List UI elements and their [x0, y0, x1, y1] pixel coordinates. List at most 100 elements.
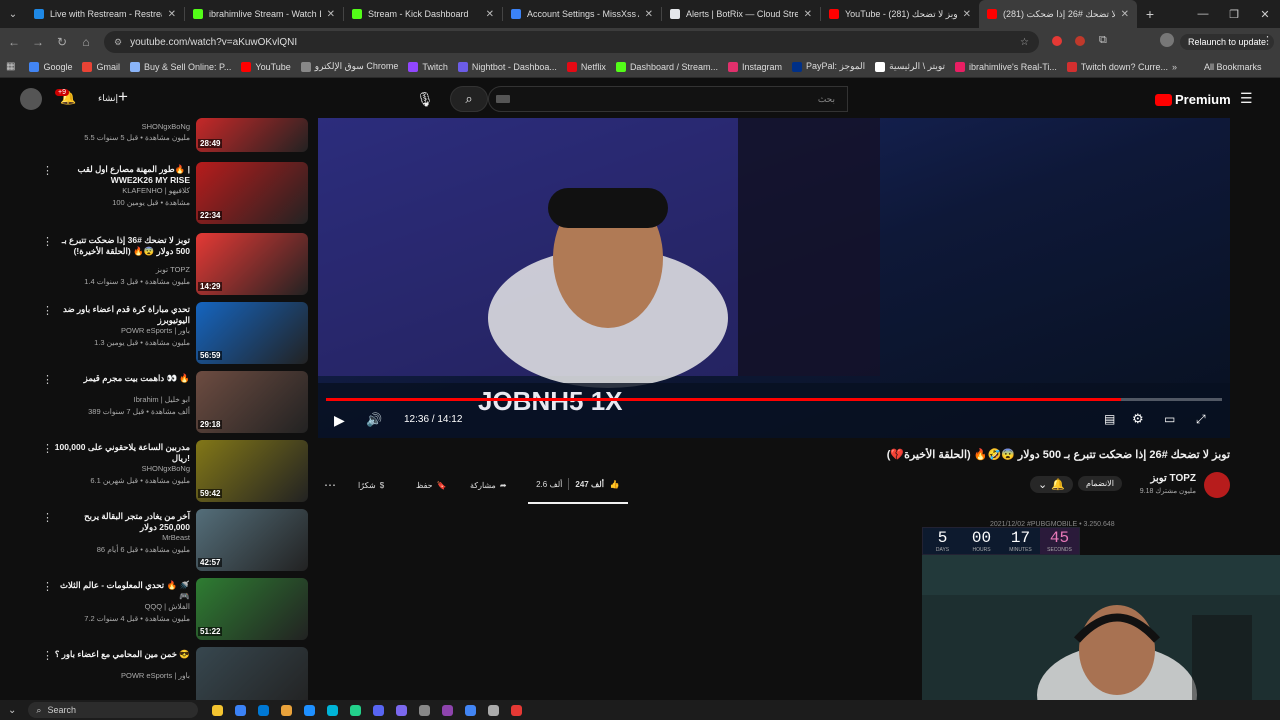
taskbar-app-icon[interactable]: [465, 704, 477, 716]
channel-name[interactable]: توبز TOPZ: [1110, 473, 1196, 484]
volume-icon[interactable]: 🔊: [366, 412, 382, 428]
taskbar-app-icon[interactable]: [304, 704, 316, 716]
avatar[interactable]: [20, 88, 42, 110]
settings-gear-icon[interactable]: ⚙: [1132, 411, 1144, 427]
related-video-title[interactable]: تحدي المعلومات - عالم الثلاث 🔥 🚿 🎮: [54, 580, 190, 602]
related-video-channel[interactable]: POWR eSports | باور: [54, 326, 190, 335]
share-button[interactable]: مشاركة ➦: [470, 476, 507, 494]
related-video-item[interactable]: 42:57 آخر من يغادر متجر البقالة يربح 250,…: [0, 507, 310, 575]
bookmark-item[interactable]: Gmail: [82, 61, 120, 72]
taskbar-app-icon[interactable]: [281, 704, 293, 716]
more-options-icon[interactable]: ⋮: [42, 164, 53, 177]
bookmark-item[interactable]: تويتر \ الرئيسية: [875, 61, 945, 72]
video-thumbnail[interactable]: 42:57: [196, 509, 308, 571]
video-player[interactable]: JOBNH5 1X ▶ 🔊 12:36 / 14:12 ▤ ⚙ ▭ ⤢: [318, 118, 1230, 438]
taskbar-app-icon[interactable]: [373, 704, 385, 716]
forward-icon[interactable]: →: [26, 35, 50, 49]
taskbar-app-icon[interactable]: [488, 704, 500, 716]
join-button[interactable]: الانضمام: [1078, 476, 1122, 491]
close-icon[interactable]: ✕: [486, 9, 494, 20]
more-options-icon[interactable]: ⋮: [42, 304, 53, 317]
maximize-button[interactable]: ❐: [1219, 0, 1249, 28]
reload-icon[interactable]: ↻: [50, 35, 74, 49]
related-video-title[interactable]: داهمت بيت مجرم قيمز 👀 🔥: [54, 373, 190, 384]
taskbar-app-icon[interactable]: [511, 704, 523, 716]
more-options-icon[interactable]: ⋮: [42, 373, 53, 386]
bookmark-item[interactable]: Netflix: [566, 61, 606, 72]
hamburger-menu-icon[interactable]: ☰: [1240, 90, 1253, 107]
fullscreen-icon[interactable]: ⤢: [1196, 412, 1206, 427]
related-video-channel[interactable]: KLAFENHO | كلافيهو: [54, 186, 190, 195]
related-video-item[interactable]: 59:42 مدربين الساعة يلاحقوني على 100,000 …: [0, 438, 310, 506]
subscribed-button[interactable]: ⌄ 🔔: [1030, 476, 1073, 493]
more-bookmarks-icon[interactable]: »: [1172, 62, 1177, 72]
menu-icon[interactable]: ⋮: [1262, 34, 1273, 47]
voice-search-icon[interactable]: 🎙: [412, 86, 438, 112]
new-tab-button[interactable]: +: [1137, 6, 1163, 22]
close-icon[interactable]: ✕: [1121, 9, 1129, 20]
taskbar-app-icon[interactable]: [442, 704, 454, 716]
taskbar-app-icon[interactable]: [327, 704, 339, 716]
taskbar-app-icon[interactable]: [419, 704, 431, 716]
bookmark-item[interactable]: Nightbot - Dashboa...: [457, 61, 557, 72]
more-options-icon[interactable]: ⋮: [42, 649, 53, 662]
related-video-item[interactable]: 56:59 تحدي مباراة كرة قدم اعضاء باور ضد ا…: [0, 300, 310, 368]
youtube-premium-logo[interactable]: Premium: [1155, 92, 1231, 107]
all-bookmarks[interactable]: All Bookmarks: [1204, 62, 1262, 72]
profile-avatar[interactable]: [1160, 33, 1174, 47]
theater-mode-icon[interactable]: ▭: [1164, 412, 1175, 426]
url-bar[interactable]: ⚙ youtube.com/watch?v=aKuwOKvlQNI ☆: [104, 31, 1039, 53]
tab-account-settings[interactable]: Account Settings - MissXss AI E✕: [503, 0, 661, 28]
taskbar-app-icon[interactable]: [350, 704, 362, 716]
tab-kick-watch[interactable]: ibrahimlive Stream - Watch Live✕: [185, 0, 343, 28]
bookmark-item[interactable]: YouTube: [241, 61, 291, 72]
bookmark-item[interactable]: Buy & Sell Online: P...: [130, 61, 231, 72]
tab-youtube-home[interactable]: YouTube - توبز لا تضحك (281) ✕: [821, 0, 979, 28]
thanks-button[interactable]: شكرًا $: [358, 476, 384, 494]
bookmark-item[interactable]: Twitch: [408, 61, 448, 72]
taskbar-app-icon[interactable]: [212, 704, 224, 716]
bookmark-item[interactable]: ibrahimlive's Real-Ti...: [955, 61, 1057, 72]
related-video-channel[interactable]: MrBeast: [54, 533, 190, 542]
taskbar-search[interactable]: ⌕ Search: [28, 702, 199, 718]
tab-youtube-video[interactable]: توبز لا تضحك #26 إذا ضحكت (281)✕: [979, 0, 1137, 28]
close-icon[interactable]: ✕: [645, 9, 653, 20]
related-video-channel[interactable]: QQQ | الفلاش: [54, 602, 190, 611]
close-icon[interactable]: ✕: [168, 9, 176, 20]
close-icon[interactable]: ✕: [963, 9, 971, 20]
related-video-title[interactable]: طور المهنة مصارع اول لقب🔥 | WWE2K26 MY R…: [54, 164, 190, 186]
related-video-channel[interactable]: SHONgxBoNg: [54, 122, 190, 131]
progress-bar[interactable]: [326, 398, 1222, 401]
play-icon[interactable]: ▶: [334, 412, 345, 429]
create-label[interactable]: إنشاء: [98, 93, 118, 104]
more-options-icon[interactable]: ⋮: [42, 580, 53, 593]
bookmark-item[interactable]: Twitch down? Curre...: [1066, 61, 1168, 72]
video-thumbnail[interactable]: 22:34: [196, 162, 308, 224]
bookmark-item[interactable]: PayPal: الموجز: [792, 61, 865, 72]
bookmark-item[interactable]: Dashboard / Stream...: [615, 61, 718, 72]
more-options-icon[interactable]: ⋮: [42, 235, 53, 248]
taskbar-chevron-icon[interactable]: ⌄: [8, 705, 16, 716]
video-thumbnail[interactable]: 28:49: [196, 118, 308, 152]
thumbs-up-icon[interactable]: 👍: [610, 480, 620, 489]
related-video-item[interactable]: 14:29 توبز لا تضحك #36 إذا ضحكت تتبرع بـ …: [0, 231, 310, 299]
more-options-icon[interactable]: ⋮: [42, 511, 53, 524]
subtitles-icon[interactable]: ▤: [1104, 412, 1115, 426]
related-video-channel[interactable]: POWR eSports | باور: [54, 671, 190, 680]
bookmark-item[interactable]: Instagram: [727, 61, 782, 72]
related-video-channel[interactable]: SHONgxBoNg: [54, 464, 190, 473]
extension-icon[interactable]: [1075, 36, 1085, 46]
extension-icon[interactable]: [1052, 36, 1062, 46]
search-button[interactable]: ⌕: [450, 86, 488, 112]
related-video-title[interactable]: تحدي مباراة كرة قدم اعضاء باور ضد اليوتي…: [54, 304, 190, 326]
create-plus-icon[interactable]: +: [118, 87, 128, 107]
back-icon[interactable]: ←: [2, 35, 26, 49]
extensions-puzzle-icon[interactable]: ⧉: [1099, 34, 1107, 47]
more-options-icon[interactable]: ⋮: [42, 442, 53, 455]
search-input[interactable]: بحث: [488, 86, 848, 112]
video-thumbnail[interactable]: 14:29: [196, 233, 308, 295]
channel-avatar[interactable]: [1204, 472, 1230, 498]
more-actions-icon[interactable]: ⋯: [324, 476, 336, 494]
related-video-item[interactable]: 29:18 داهمت بيت مجرم قيمز 👀 🔥 Ibrahim | اب…: [0, 369, 310, 437]
site-info-icon[interactable]: ⚙: [114, 37, 122, 48]
